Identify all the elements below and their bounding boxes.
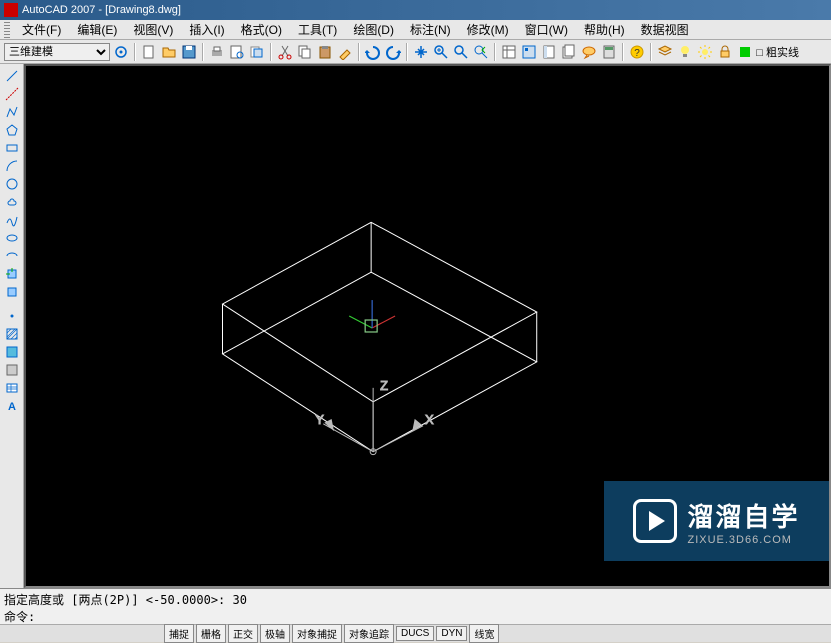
menu-view[interactable]: 视图(V) <box>125 19 181 40</box>
watermark-title: 溜溜自学 <box>687 497 799 534</box>
pan-icon[interactable] <box>412 42 430 62</box>
menu-dataview[interactable]: 数据视图 <box>633 19 697 40</box>
region-icon[interactable] <box>3 362 21 378</box>
undo-icon[interactable] <box>364 42 382 62</box>
svg-text:Z: Z <box>380 378 388 393</box>
menu-insert[interactable]: 插入(I) <box>181 19 232 40</box>
layer-state-icon[interactable] <box>656 42 674 62</box>
svg-text:A: A <box>8 401 16 413</box>
menu-dimension[interactable]: 标注(N) <box>402 19 459 40</box>
spline-icon[interactable] <box>3 212 21 228</box>
match-props-icon[interactable] <box>336 42 354 62</box>
save-icon[interactable] <box>180 42 198 62</box>
polygon-icon[interactable] <box>3 122 21 138</box>
statusbar: 捕捉 栅格 正交 极轴 对象捕捉 对象追踪 DUCS DYN 线宽 <box>0 624 831 642</box>
tool-palettes-icon[interactable] <box>540 42 558 62</box>
menu-window[interactable]: 窗口(W) <box>517 19 576 40</box>
titlebar: AutoCAD 2007 - [Drawing8.dwg] <box>0 0 831 20</box>
zoom-window-icon[interactable] <box>452 42 470 62</box>
layer-name[interactable]: □ 粗实线 <box>756 44 827 60</box>
watermark: 溜溜自学 ZIXUE.3D66.COM <box>604 481 829 561</box>
draw-toolbar: A <box>0 64 24 588</box>
layer-lock-icon[interactable] <box>716 42 734 62</box>
mtext-icon[interactable]: A <box>3 398 21 414</box>
table-icon[interactable] <box>3 380 21 396</box>
drawing-canvas[interactable]: Z Y X 溜溜自学 ZIXUE.3D66.COM <box>24 64 831 588</box>
zoom-realtime-icon[interactable] <box>432 42 450 62</box>
line-icon[interactable] <box>3 68 21 84</box>
command-prompt: 命令: <box>4 608 827 625</box>
help-icon[interactable]: ? <box>628 42 646 62</box>
markup-icon[interactable] <box>580 42 598 62</box>
svg-text:X: X <box>425 412 434 427</box>
circle-icon[interactable] <box>3 176 21 192</box>
polyline-icon[interactable] <box>3 104 21 120</box>
ducs-toggle[interactable]: DUCS <box>396 626 434 641</box>
app-icon <box>4 3 18 17</box>
command-window[interactable]: 指定高度或 [两点(2P)] <-50.0000>: 30 命令: <box>0 588 831 624</box>
rectangle-icon[interactable] <box>3 140 21 156</box>
command-history-line: 指定高度或 [两点(2P)] <-50.0000>: 30 <box>4 591 827 608</box>
menu-handle[interactable] <box>4 22 10 38</box>
point-icon[interactable] <box>3 308 21 324</box>
menu-file[interactable]: 文件(F) <box>14 19 69 40</box>
design-center-icon[interactable] <box>520 42 538 62</box>
svg-text:Y: Y <box>315 412 324 427</box>
menu-draw[interactable]: 绘图(D) <box>345 19 402 40</box>
polar-toggle[interactable]: 极轴 <box>260 624 290 643</box>
watermark-url: ZIXUE.3D66.COM <box>687 534 799 546</box>
zoom-previous-icon[interactable] <box>472 42 490 62</box>
snap-toggle[interactable]: 捕捉 <box>164 624 194 643</box>
lwt-toggle[interactable]: 线宽 <box>469 624 499 643</box>
paste-icon[interactable] <box>316 42 334 62</box>
copy-icon[interactable] <box>296 42 314 62</box>
print-preview-icon[interactable] <box>228 42 246 62</box>
layer-bulb-icon[interactable] <box>676 42 694 62</box>
menu-edit[interactable]: 编辑(E) <box>69 19 125 40</box>
hatch-icon[interactable] <box>3 326 21 342</box>
osnap-toggle[interactable]: 对象捕捉 <box>292 624 342 643</box>
gradient-icon[interactable] <box>3 344 21 360</box>
cut-icon[interactable] <box>276 42 294 62</box>
menu-format[interactable]: 格式(O) <box>233 19 290 40</box>
title-text: AutoCAD 2007 - [Drawing8.dwg] <box>22 4 181 16</box>
redo-icon[interactable] <box>384 42 402 62</box>
ellipse-arc-icon[interactable] <box>3 248 21 264</box>
workspace-select[interactable]: 三维建模 <box>4 43 110 61</box>
construction-line-icon[interactable] <box>3 86 21 102</box>
menu-tools[interactable]: 工具(T) <box>290 19 345 40</box>
layer-color-icon[interactable] <box>736 42 754 62</box>
sheet-set-icon[interactable] <box>560 42 578 62</box>
arc-icon[interactable] <box>3 158 21 174</box>
toolbar: 三维建模 ? □ 粗实线 <box>0 40 831 64</box>
properties-icon[interactable] <box>500 42 518 62</box>
print-icon[interactable] <box>208 42 226 62</box>
workspace-settings-icon[interactable] <box>112 42 130 62</box>
menu-help[interactable]: 帮助(H) <box>576 19 633 40</box>
quickcalc-icon[interactable] <box>600 42 618 62</box>
svg-text:?: ? <box>635 48 641 59</box>
publish-icon[interactable] <box>248 42 266 62</box>
ellipse-icon[interactable] <box>3 230 21 246</box>
open-icon[interactable] <box>160 42 178 62</box>
make-block-icon[interactable] <box>3 284 21 300</box>
layer-sun-icon[interactable] <box>696 42 714 62</box>
menu-modify[interactable]: 修改(M) <box>459 19 517 40</box>
play-icon <box>633 499 677 543</box>
menubar: 文件(F) 编辑(E) 视图(V) 插入(I) 格式(O) 工具(T) 绘图(D… <box>0 20 831 40</box>
ortho-toggle[interactable]: 正交 <box>228 624 258 643</box>
dyn-toggle[interactable]: DYN <box>436 626 467 641</box>
revision-cloud-icon[interactable] <box>3 194 21 210</box>
insert-block-icon[interactable] <box>3 266 21 282</box>
otrack-toggle[interactable]: 对象追踪 <box>344 624 394 643</box>
grid-toggle[interactable]: 栅格 <box>196 624 226 643</box>
main-area: A <box>0 64 831 588</box>
new-icon[interactable] <box>140 42 158 62</box>
